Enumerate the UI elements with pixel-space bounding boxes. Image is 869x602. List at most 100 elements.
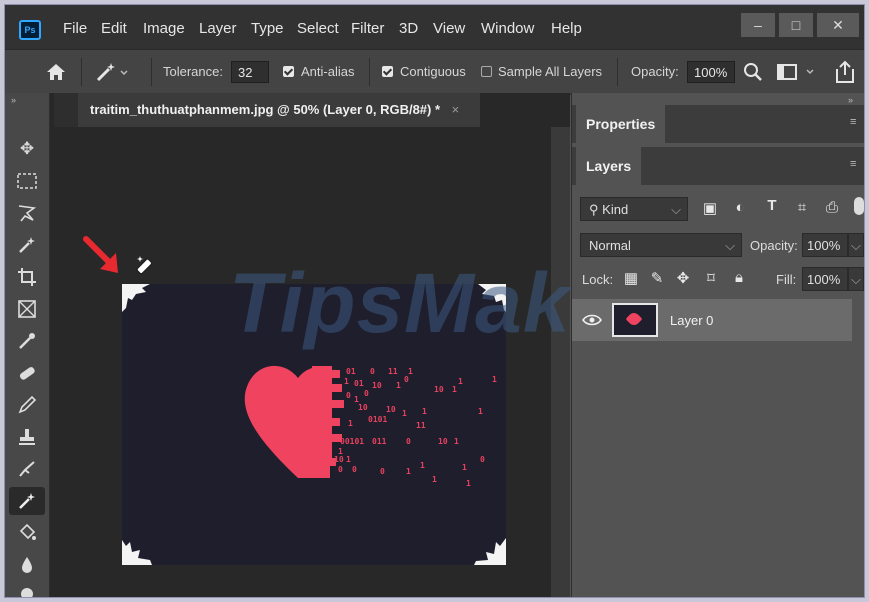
move-tool-icon[interactable]: ✥	[9, 135, 45, 163]
svg-text:1: 1	[492, 375, 497, 384]
svg-text:10: 10	[438, 437, 448, 446]
menu-filter[interactable]: Filter	[351, 20, 384, 37]
collapse-icon[interactable]: »	[11, 95, 16, 105]
fill-label: Fill:	[776, 272, 797, 287]
svg-text:1: 1	[458, 377, 463, 386]
opacity-label: Opacity:	[631, 64, 679, 79]
fill-input[interactable]: 100%	[802, 267, 848, 291]
magic-wand-preset-icon[interactable]	[93, 60, 129, 84]
lock-image-pixels-icon[interactable]: ✎	[648, 269, 666, 287]
lasso-tool-icon[interactable]	[9, 199, 45, 227]
svg-text:10: 10	[386, 405, 396, 414]
magic-wand-tool-icon[interactable]	[9, 487, 45, 515]
lock-all-icon[interactable]: 🔒︎	[730, 269, 748, 286]
photoshop-logo: Ps	[19, 20, 41, 40]
fill-dropdown-icon[interactable]: ⌵	[848, 267, 864, 291]
marquee-tool-icon[interactable]	[9, 167, 45, 195]
svg-text:1: 1	[478, 407, 483, 416]
svg-text:1: 1	[344, 377, 349, 386]
opacity-input[interactable]: 100%	[687, 61, 735, 83]
blur-tool-icon[interactable]	[9, 551, 45, 579]
layer-opacity-label: Opacity:	[750, 238, 798, 253]
svg-text:0: 0	[352, 465, 357, 474]
lock-position-icon[interactable]: ✥	[674, 269, 692, 287]
layer-thumbnail	[612, 303, 658, 337]
svg-text:1: 1	[346, 455, 351, 464]
sample-all-layers-checkbox[interactable]	[481, 65, 492, 80]
properties-tabbar: Properties ≡	[572, 105, 864, 143]
menu-help[interactable]: Help	[551, 20, 582, 37]
maximize-button[interactable]: □	[779, 13, 813, 37]
eyedropper-tool-icon[interactable]	[9, 327, 45, 355]
antialias-checkbox[interactable]	[283, 65, 294, 80]
svg-text:10: 10	[372, 381, 382, 390]
close-button[interactable]: ✕	[817, 13, 859, 37]
tab-layers[interactable]: Layers	[576, 147, 642, 185]
quick-selection-tool-icon[interactable]	[9, 231, 45, 259]
layer-filter-select[interactable]: ⚲ Kind ⌵	[580, 197, 688, 221]
lock-label: Lock:	[582, 272, 614, 287]
lock-transparent-pixels-icon[interactable]: ▦	[622, 269, 640, 287]
menu-view[interactable]: View	[433, 20, 465, 37]
filter-toggle[interactable]	[854, 197, 864, 215]
properties-menu-icon[interactable]: ≡	[850, 117, 860, 128]
menu-type[interactable]: Type	[251, 20, 284, 37]
opacity-dropdown-icon[interactable]: ⌵	[848, 233, 864, 257]
tolerance-label: Tolerance:	[163, 64, 223, 79]
svg-text:01: 01	[346, 367, 356, 376]
contiguous-checkbox[interactable]	[382, 65, 393, 80]
document-tab[interactable]: traitim_thuthuatphanmem.jpg @ 50% (Layer…	[78, 93, 480, 127]
svg-text:1: 1	[406, 467, 411, 476]
clone-stamp-tool-icon[interactable]	[9, 423, 45, 451]
layers-menu-icon[interactable]: ≡	[850, 159, 860, 170]
svg-text:01: 01	[354, 379, 364, 388]
binary-dissolve-graphic: 01 0 11 1 1 01 10 1 0 1 1 10 1 0 1 0 10 …	[312, 366, 497, 488]
type-layer-filter-icon[interactable]: T	[762, 197, 782, 214]
svg-text:1: 1	[466, 479, 471, 488]
menu-file[interactable]: File	[63, 20, 87, 37]
layer-name[interactable]: Layer 0	[670, 313, 713, 328]
red-arrow-annotation	[80, 233, 130, 283]
crop-tool-icon[interactable]	[9, 263, 45, 291]
smart-object-filter-icon[interactable]: ⎙	[822, 199, 842, 216]
tools-panel: » ✥	[5, 93, 50, 597]
minimize-button[interactable]: –	[741, 13, 775, 37]
frame-tool-icon[interactable]	[9, 295, 45, 323]
shape-layer-filter-icon[interactable]: ⌗	[792, 199, 812, 216]
paint-bucket-tool-icon[interactable]	[9, 519, 45, 547]
history-brush-tool-icon[interactable]	[9, 455, 45, 483]
vertical-scrollbar[interactable]	[551, 127, 570, 597]
lock-artboard-icon[interactable]: ⌑	[702, 269, 720, 287]
brush-tool-icon[interactable]	[9, 391, 45, 419]
svg-text:1: 1	[420, 461, 425, 470]
blend-mode-select[interactable]: Normal ⌵	[580, 233, 742, 257]
dodge-tool-icon[interactable]	[9, 581, 45, 597]
menu-3d[interactable]: 3D	[399, 20, 418, 37]
close-tab-icon[interactable]: ×	[452, 102, 460, 117]
chevron-down-icon: ⌵	[671, 202, 681, 217]
share-icon[interactable]	[833, 59, 857, 85]
tab-properties[interactable]: Properties	[576, 105, 666, 143]
svg-text:011: 011	[372, 437, 387, 446]
pixel-layer-filter-icon[interactable]: ▣	[700, 199, 720, 217]
menu-select[interactable]: Select	[297, 20, 339, 37]
layer-row[interactable]: Layer 0	[572, 299, 852, 341]
contiguous-label: Contiguous	[400, 64, 466, 79]
tolerance-input[interactable]: 32	[231, 61, 269, 83]
chevron-down-icon: ⌵	[725, 238, 735, 253]
svg-text:0: 0	[404, 375, 409, 384]
filter-kind-label: Kind	[602, 202, 629, 217]
search-icon[interactable]	[742, 61, 764, 83]
healing-brush-tool-icon[interactable]	[9, 359, 45, 387]
menu-image[interactable]: Image	[143, 20, 185, 37]
adjustment-layer-filter-icon[interactable]: ◐	[730, 199, 750, 216]
panel-collapse-icon[interactable]: »	[848, 95, 853, 105]
svg-text:1: 1	[348, 419, 353, 428]
workspace-icon[interactable]	[777, 63, 817, 83]
eye-icon[interactable]	[582, 313, 602, 327]
home-icon[interactable]	[45, 62, 67, 82]
menu-edit[interactable]: Edit	[101, 20, 127, 37]
layer-opacity-input[interactable]: 100%	[802, 233, 848, 257]
menu-window[interactable]: Window	[481, 20, 534, 37]
menu-layer[interactable]: Layer	[199, 20, 237, 37]
